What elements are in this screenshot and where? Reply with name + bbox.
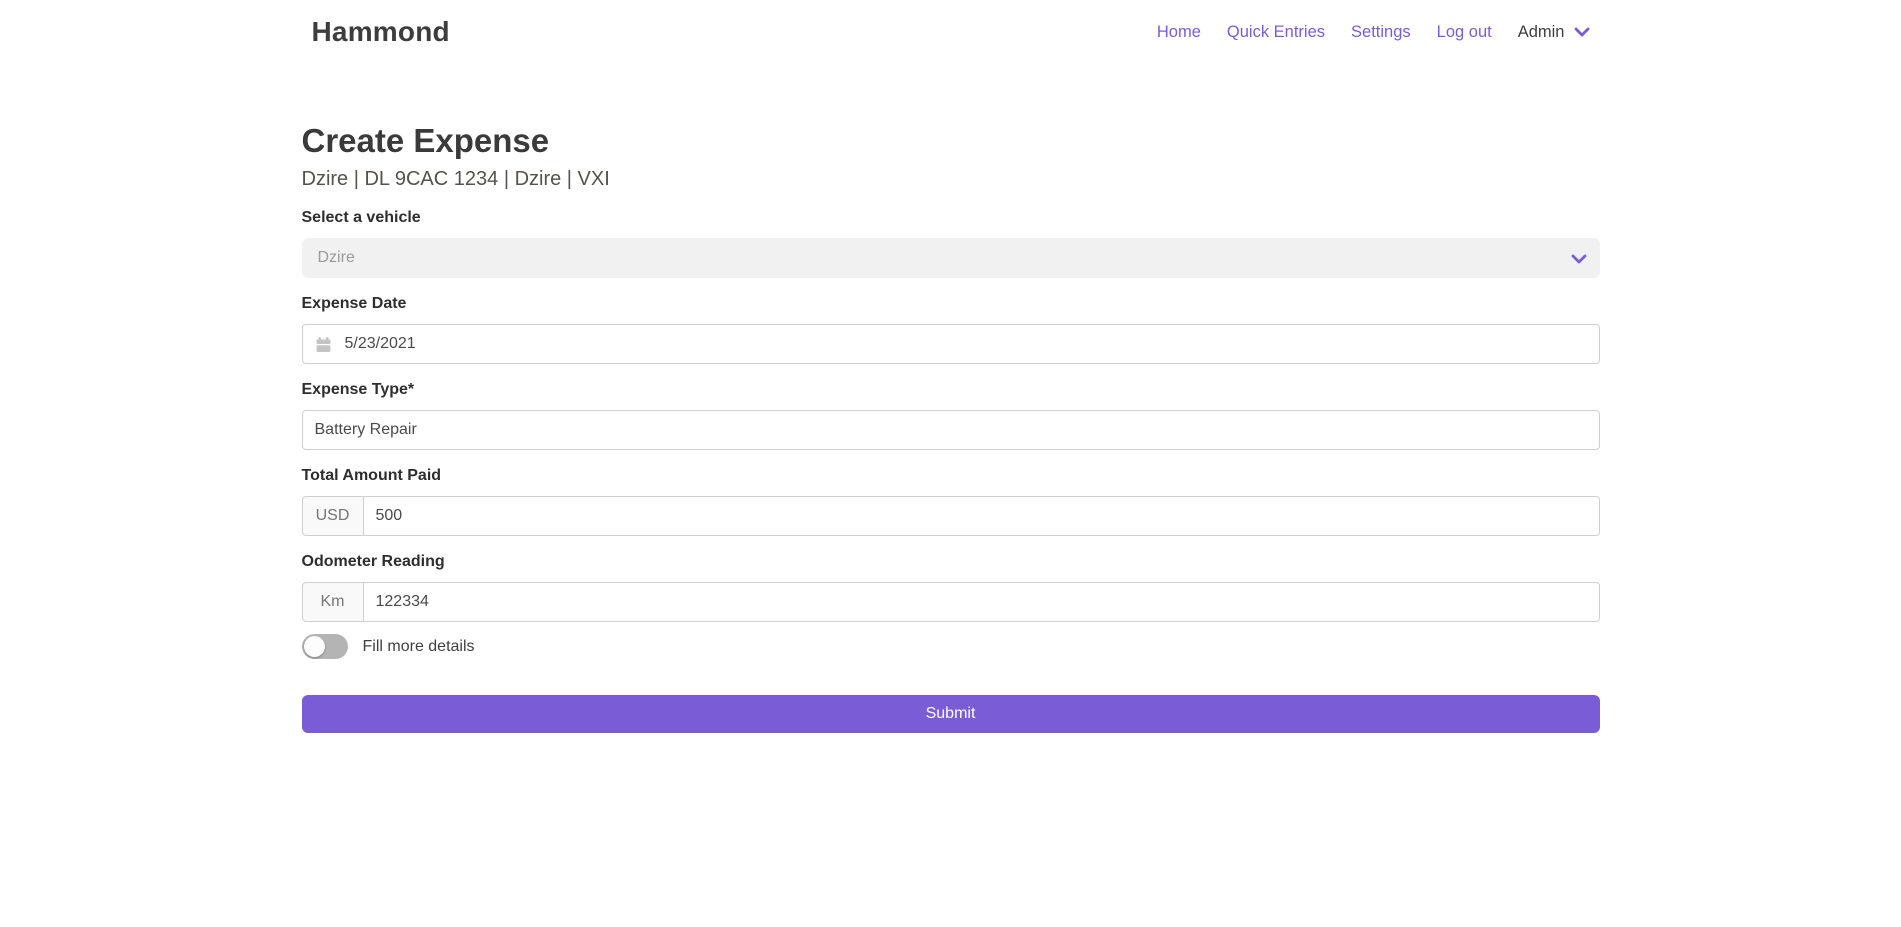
distance-unit-addon: Km xyxy=(302,582,364,622)
odometer-label: Odometer Reading xyxy=(302,552,1600,572)
create-expense-page: Create Expense Dzire | DL 9CAC 1234 | Dz… xyxy=(302,64,1600,733)
expense-date-field xyxy=(302,324,1600,364)
expense-type-input[interactable] xyxy=(302,410,1600,450)
expense-date-label: Expense Date xyxy=(302,294,1600,314)
toggle-knob xyxy=(304,636,325,657)
user-menu-label: Admin xyxy=(1518,23,1565,42)
vehicle-select-value: Dzire xyxy=(318,249,355,267)
nav-link-home[interactable]: Home xyxy=(1157,23,1201,42)
total-amount-label: Total Amount Paid xyxy=(302,466,1600,486)
create-expense-form: Select a vehicle Dzire Expense Date xyxy=(302,208,1600,733)
expense-date-input[interactable] xyxy=(343,334,1587,354)
top-navbar: Hammond Home Quick Entries Settings Log … xyxy=(0,0,1901,64)
vehicle-select[interactable]: Dzire xyxy=(302,238,1600,278)
more-details-toggle[interactable] xyxy=(302,634,348,659)
odometer-input[interactable] xyxy=(364,582,1600,622)
vehicle-select-label: Select a vehicle xyxy=(302,208,1600,228)
expense-type-label: Expense Type* xyxy=(302,380,1600,400)
currency-addon: USD xyxy=(302,496,364,536)
page-title: Create Expense xyxy=(302,122,1600,160)
brand-logo[interactable]: Hammond xyxy=(312,16,450,48)
chevron-down-icon xyxy=(1574,27,1590,37)
main-nav: Home Quick Entries Settings Log out Admi… xyxy=(1131,23,1590,42)
user-menu-admin[interactable]: Admin xyxy=(1518,23,1590,42)
calendar-icon xyxy=(315,336,332,353)
nav-link-logout[interactable]: Log out xyxy=(1437,23,1492,42)
more-details-row: Fill more details xyxy=(302,634,1600,659)
nav-link-quick-entries[interactable]: Quick Entries xyxy=(1227,23,1325,42)
odometer-field: Km xyxy=(302,582,1600,622)
chevron-down-icon xyxy=(1571,251,1587,269)
submit-button[interactable]: Submit xyxy=(302,695,1600,733)
nav-link-settings[interactable]: Settings xyxy=(1351,23,1411,42)
navbar-inner: Hammond Home Quick Entries Settings Log … xyxy=(302,16,1600,48)
vehicle-summary: Dzire | DL 9CAC 1234 | Dzire | VXI xyxy=(302,166,1600,192)
total-amount-field: USD xyxy=(302,496,1600,536)
total-amount-input[interactable] xyxy=(364,496,1600,536)
more-details-label: Fill more details xyxy=(363,638,475,656)
